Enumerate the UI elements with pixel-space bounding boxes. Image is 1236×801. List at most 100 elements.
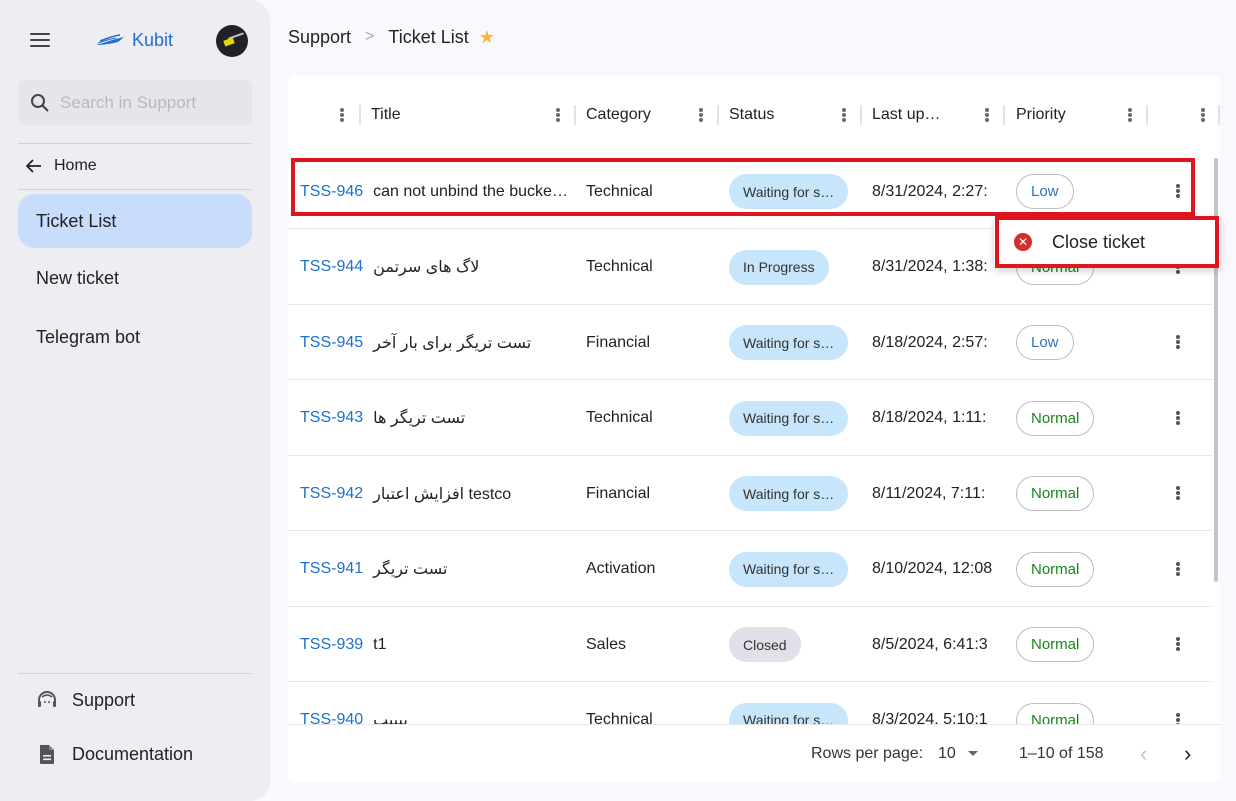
category-cell: Sales: [586, 635, 627, 653]
ticket-id-link[interactable]: TSS-939: [300, 636, 363, 654]
close-ticket-menu-item[interactable]: ✕ Close ticket: [994, 216, 1220, 268]
status-cell: Waiting for s…: [729, 532, 859, 607]
status-chip: In Progress: [729, 249, 829, 285]
column-header-priority[interactable]: Priority: [1005, 76, 1125, 154]
search-icon: [31, 93, 49, 112]
sidebar-item-telegram-bot[interactable]: Telegram bot: [18, 310, 252, 364]
column-header-title[interactable]: Title: [360, 76, 560, 154]
column-header-last-updated[interactable]: Last up…: [861, 76, 981, 154]
row-actions-icon[interactable]: [1176, 335, 1180, 349]
column-separator[interactable]: [1218, 105, 1220, 125]
priority-cell: Normal: [1016, 456, 1146, 531]
title-cell: TSS-943 تست تریگر ها: [288, 381, 574, 456]
row-context-menu: ✕ Close ticket: [994, 216, 1220, 268]
last-updated-cell: 8/10/2024, 12:08: [872, 560, 993, 577]
ticket-title: تست تریگر برای بار آخر: [373, 334, 532, 352]
title-cell: TSS-946 can not unbind the bucke…: [288, 154, 574, 229]
column-menu-icon[interactable]: [699, 108, 703, 122]
ticket-id-link[interactable]: TSS-946: [300, 183, 363, 201]
nav-label: New ticket: [36, 267, 120, 288]
priority-cell: Normal: [1016, 683, 1146, 724]
ticket-title: لاگ های سرتمن: [373, 259, 480, 276]
breadcrumb: Support > Ticket List ★: [288, 24, 495, 50]
status-chip: Waiting for s…: [729, 702, 849, 724]
ticket-id-link[interactable]: TSS-945: [300, 334, 363, 352]
sidebar-item-support[interactable]: Support: [36, 680, 135, 720]
status-cell: Waiting for s…: [729, 381, 859, 456]
row-actions-icon[interactable]: [1176, 486, 1180, 500]
column-menu-icon[interactable]: [340, 108, 344, 122]
next-page-button[interactable]: ›: [1184, 741, 1191, 767]
column-menu-icon[interactable]: [556, 108, 560, 122]
title-cell: TSS-944 لاگ های سرتمن: [288, 230, 574, 305]
ticket-title: تست تریگر ها: [373, 410, 466, 427]
title-cell: TSS-940 ببببب: [288, 683, 574, 724]
sidebar-item-documentation[interactable]: Documentation: [36, 734, 193, 774]
user-avatar[interactable]: [216, 25, 248, 57]
last-updated-cell: 8/18/2024, 1:11:: [872, 409, 987, 426]
rows-per-page-label: Rows per page:: [811, 744, 924, 762]
nav-label: Ticket List: [36, 210, 117, 231]
title-cell: TSS-941 تست تریگر: [288, 532, 574, 607]
priority-cell: Normal: [1016, 381, 1146, 456]
ticket-title: تست تریگر: [373, 561, 448, 578]
previous-page-button[interactable]: ‹: [1140, 741, 1147, 767]
priority-chip: Low: [1016, 174, 1074, 209]
star-icon[interactable]: ★: [479, 27, 495, 48]
support-label: Support: [72, 689, 136, 710]
status-chip: Waiting for s…: [729, 400, 849, 436]
status-chip: Waiting for s…: [729, 551, 849, 587]
status-chip: Waiting for s…: [729, 174, 849, 209]
column-menu-icon[interactable]: [985, 108, 989, 122]
column-header-status[interactable]: Status: [718, 76, 848, 154]
table-row[interactable]: TSS-943 تست تریگر ها Technical Waiting for …: [288, 381, 1212, 456]
column-menu-icon[interactable]: [1201, 108, 1205, 122]
caret-down-icon: [967, 751, 978, 756]
ticket-title: ببببب: [373, 712, 408, 724]
pagination-range: 1–10 of 158: [1019, 744, 1104, 762]
sidebar-search[interactable]: [18, 80, 252, 125]
menu-toggle-button[interactable]: [18, 20, 62, 60]
divider: [18, 189, 252, 190]
ticket-id-link[interactable]: TSS-941: [300, 560, 363, 578]
table-row[interactable]: TSS-942 افزایش اعتبار testco Financial Wait…: [288, 456, 1212, 531]
row-actions-icon[interactable]: [1176, 712, 1180, 724]
status-cell: Closed: [729, 607, 859, 682]
table-row[interactable]: TSS-945 تست تریگر برای بار آخر Financial Wa…: [288, 305, 1212, 380]
ticket-title: t1: [373, 635, 387, 653]
row-actions-icon[interactable]: [1176, 410, 1180, 425]
status-chip: Closed: [729, 627, 801, 662]
rows-per-page-select[interactable]: 10: [938, 745, 978, 763]
sidebar-item-new-ticket[interactable]: New ticket: [18, 251, 252, 305]
sidebar-item-ticket-list[interactable]: Ticket List: [18, 194, 252, 248]
rows-per-page-value: 10: [938, 744, 956, 762]
last-updated-cell: 8/3/2024, 5:10:1: [872, 711, 988, 724]
ticket-id-link[interactable]: TSS-942: [300, 485, 363, 503]
column-menu-icon[interactable]: [1128, 108, 1132, 122]
priority-cell: Normal: [1016, 532, 1146, 607]
column-menu-icon[interactable]: [842, 108, 846, 122]
search-input[interactable]: [60, 92, 240, 113]
priority-cell: Normal: [1016, 607, 1146, 682]
ticket-id-link[interactable]: TSS-940: [300, 711, 363, 724]
ticket-id-link[interactable]: TSS-944: [300, 258, 363, 276]
ticket-id-link[interactable]: TSS-943: [300, 409, 363, 427]
last-updated-cell: 8/31/2024, 1:38:: [872, 258, 988, 275]
brand-logo[interactable]: Kubit: [94, 30, 173, 51]
table-row[interactable]: TSS-940 ببببب Technical Waiting for s… 8/3/2…: [288, 683, 1212, 724]
row-actions-icon[interactable]: [1176, 184, 1180, 198]
category-cell: Financial: [586, 484, 651, 502]
priority-chip: Low: [1016, 325, 1074, 360]
priority-chip: Normal: [1016, 627, 1095, 662]
breadcrumb-parent[interactable]: Support: [288, 27, 351, 48]
priority-chip: Normal: [1016, 702, 1095, 724]
home-link[interactable]: Home: [18, 148, 252, 184]
column-header-category[interactable]: Category: [575, 76, 705, 154]
status-cell: Waiting for s…: [729, 305, 859, 380]
table-row[interactable]: TSS-939 t1 Sales Closed 8/5/2024, 6:41:3 Norm…: [288, 607, 1212, 682]
table-row[interactable]: TSS-941 تست تریگر Activation Waiting for s……: [288, 532, 1212, 607]
column-separator[interactable]: [1146, 105, 1148, 125]
row-actions-icon[interactable]: [1176, 561, 1180, 576]
row-actions-icon[interactable]: [1176, 637, 1180, 651]
status-cell: Waiting for s…: [729, 456, 859, 531]
